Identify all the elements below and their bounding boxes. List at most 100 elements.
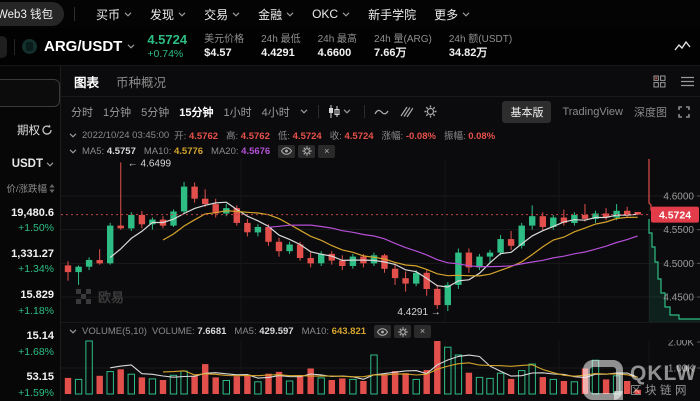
divider [14, 39, 15, 55]
nav-item-6[interactable]: 更多 [434, 6, 470, 23]
legend-field: MA5: 429.597 [234, 326, 293, 337]
legend-field: VOLUME: 7.6681 [152, 326, 226, 337]
grid-layout-icon[interactable] [653, 75, 666, 88]
search-input[interactable] [0, 79, 60, 107]
chevron-down-icon[interactable] [300, 109, 308, 114]
chart-view-switch: 基本版 TradingView 深度图 [502, 101, 690, 123]
top-navigation: Web3 钱包 买币 发现 交易 金融 OKC 新手学院 更多 [0, 0, 700, 28]
svg-text:4.5500: 4.5500 [663, 225, 694, 236]
ohlc-field: 低: 4.5724 [278, 128, 322, 142]
ticker-stats: 美元价格$4.57 24h 最低4.4291 24h 最高4.6600 24h 量(A… [187, 33, 512, 60]
close-icon[interactable]: × [414, 325, 431, 338]
svg-text:4.6000: 4.6000 [663, 192, 694, 203]
menu-icon[interactable] [681, 76, 694, 87]
svg-text:欧易: 欧易 [98, 290, 124, 305]
ohlc-readout: 2022/10/24 03:45:00 开: 4.5762高: 4.5762低:… [61, 127, 700, 143]
svg-text:1.00K: 1.00K [668, 364, 694, 375]
candle-style-selector[interactable] [328, 105, 351, 118]
market-list-item[interactable]: 19,480.6+1.50% [0, 202, 60, 243]
fullscreen-icon[interactable] [678, 106, 690, 118]
volume-chart[interactable]: 2.00K 1.00K [61, 340, 700, 395]
refresh-icon[interactable] [41, 124, 53, 136]
price-block: 4.5724 +0.74% [147, 33, 187, 60]
indicators-icon[interactable] [400, 106, 413, 117]
candlestick-icon [328, 105, 340, 118]
last-price: 4.5724 [147, 33, 187, 48]
ticker-bar: ARG/USDT 4.5724 +0.74% 美元价格$4.57 24h 最低4.… [0, 28, 700, 66]
legend-field: MA20: 4.5676 [211, 146, 270, 157]
market-list-item[interactable]: 15.829+1.18% [0, 284, 60, 325]
chart-toolbar: 分时 1分钟 5分钟 15分钟 1小时 4小时 [61, 97, 700, 126]
svg-text:4.4291 →: 4.4291 → [397, 307, 440, 318]
collapse-icon[interactable] [69, 133, 77, 138]
tab-0[interactable]: 图表 [74, 72, 99, 91]
nav-item-2[interactable]: 交易 [204, 6, 240, 23]
market-list-item[interactable]: 1,331.27+1.34% [0, 243, 60, 284]
gear-icon[interactable] [424, 105, 437, 118]
price-chart[interactable]: 4.60004.55004.50004.45004.5724← 4.64994.… [61, 159, 700, 322]
mini-trend-icon[interactable] [674, 40, 691, 53]
ohlc-field: 振幅: 0.08% [444, 128, 495, 142]
legend-field: MA10: 643.821 [302, 326, 366, 337]
coin-icon [22, 39, 37, 54]
ticker-stat-2: 24h 最高4.6600 [318, 33, 357, 60]
nav-item-4[interactable]: OKC [312, 7, 350, 21]
quote-currency-filter[interactable]: USDT [12, 158, 43, 170]
chevron-down-icon[interactable] [46, 162, 54, 167]
market-list: 19,480.6+1.50%1,331.27+1.34%15.829+1.18%… [0, 202, 60, 401]
eye-icon[interactable] [374, 325, 391, 338]
column-header-price-change[interactable]: 价/涨跌幅 [6, 181, 47, 195]
interval-1小时[interactable]: 1小时 [224, 104, 252, 120]
ohlc-field: 高: 4.5762 [226, 128, 270, 142]
ohlc-field: 收: 4.5724 [330, 128, 374, 142]
chart-panel: 图表币种概况 分时 1分钟 5分钟 15分钟 1小时 4小时 [61, 66, 700, 401]
view-深度图[interactable]: 深度图 [634, 104, 667, 120]
nav-divider [74, 7, 75, 21]
line-chart-icon[interactable] [374, 107, 389, 117]
nav-item-0[interactable]: 买币 [96, 6, 132, 23]
view-TradingView[interactable]: TradingView [562, 106, 623, 118]
close-icon[interactable]: × [318, 145, 335, 158]
volume-readout: VOLUME(5,10) VOLUME: 7.6681MA5: 429.597M… [61, 322, 700, 340]
market-list-item[interactable]: 15.14+1.68% [0, 325, 60, 366]
chart-tabs-row: 图表币种概况 [61, 66, 700, 97]
ohlc-field: 涨幅: -0.08% [382, 128, 436, 142]
svg-text:2.00K: 2.00K [668, 340, 694, 349]
sidebar-tab-options[interactable]: 期权 [17, 122, 40, 138]
market-list-item[interactable]: 53.15+1.59% [0, 366, 60, 401]
nav-item-1[interactable]: 发现 [150, 6, 186, 23]
svg-text:4.4500: 4.4500 [663, 293, 694, 304]
legend-field: MA10: 4.5776 [144, 146, 203, 157]
change-percent: +0.74% [147, 48, 187, 60]
sort-icon[interactable] [49, 184, 55, 193]
nav-item-5[interactable]: 新手学院 [368, 6, 416, 23]
gear-icon[interactable] [394, 325, 411, 338]
collapse-icon[interactable] [69, 329, 77, 334]
chevron-down-icon[interactable] [127, 44, 135, 49]
svg-text:4.5724: 4.5724 [659, 209, 691, 221]
collapse-icon[interactable] [69, 149, 77, 154]
ticker-stat-3: 24h 量(ARG)7.66万 [374, 33, 432, 60]
ticker-stat-0: 美元价格$4.57 [204, 33, 244, 60]
legend-field: MA5: 4.5757 [82, 146, 136, 157]
ticker-stat-4: 24h 额(USDT)34.82万 [449, 33, 512, 60]
gear-icon[interactable] [298, 145, 315, 158]
ohlc-field: 开: 4.5762 [174, 128, 218, 142]
pair-name[interactable]: ARG/USDT [44, 38, 122, 55]
sidebar-collapse-handle[interactable] [0, 36, 7, 58]
market-list-sidebar: 期权 USDT 价/涨跌幅 19,480.6+1.50%1,331.27+1.3… [0, 66, 61, 401]
chevron-down-icon [343, 109, 351, 114]
svg-text:← 4.6499: ← 4.6499 [128, 159, 172, 169]
interval-15分钟[interactable]: 15分钟 [179, 104, 213, 120]
interval-5分钟[interactable]: 5分钟 [141, 104, 169, 120]
eye-icon[interactable] [278, 145, 295, 158]
interval-1分钟[interactable]: 1分钟 [103, 104, 131, 120]
tab-1[interactable]: 币种概况 [116, 72, 166, 91]
web3-wallet-button[interactable]: Web3 钱包 [0, 2, 64, 26]
view-基本版[interactable]: 基本版 [502, 101, 551, 123]
interval-4小时[interactable]: 4小时 [262, 104, 290, 120]
nav-menu: 买币 发现 交易 金融 OKC 新手学院 更多 [87, 6, 479, 23]
interval-分时[interactable]: 分时 [71, 104, 93, 120]
nav-item-3[interactable]: 金融 [258, 6, 294, 23]
ticker-stat-1: 24h 最低4.4291 [261, 33, 300, 60]
